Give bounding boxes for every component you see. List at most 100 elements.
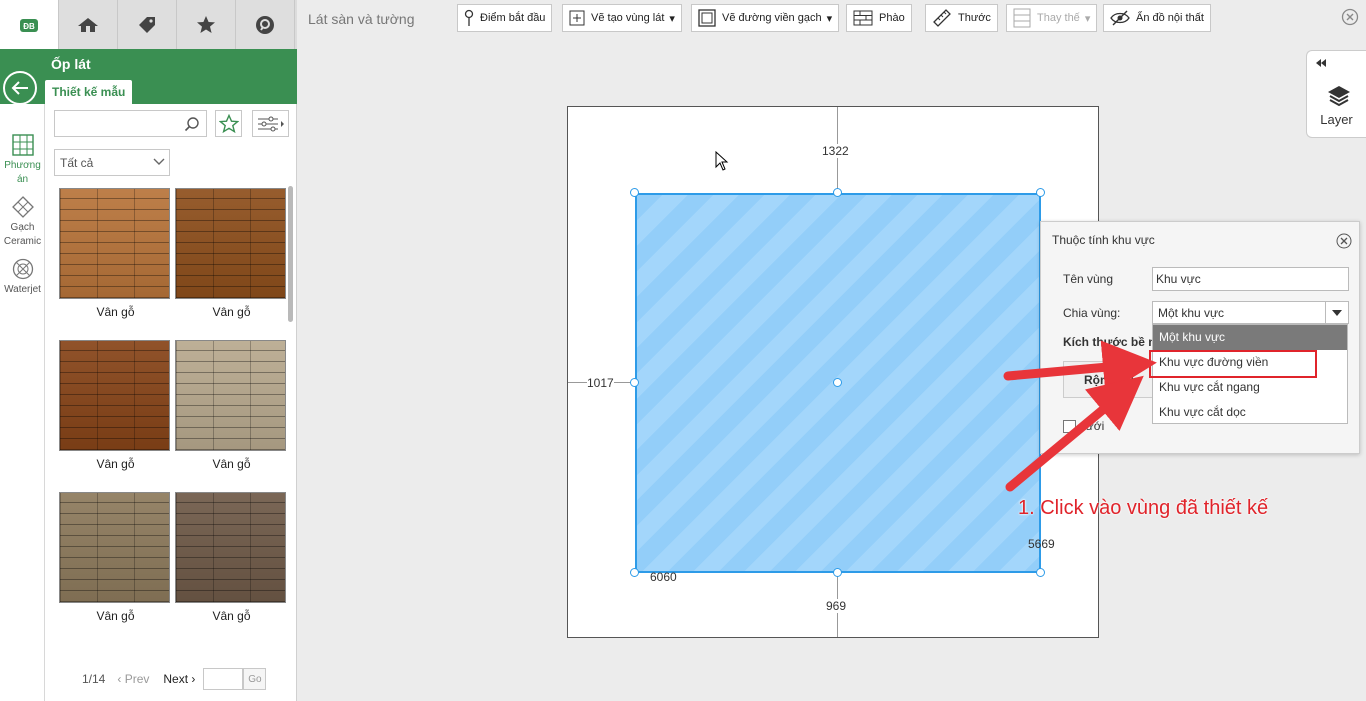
tab-tag[interactable] [118, 0, 177, 49]
hide-furniture-button[interactable]: Ẩn đồ nội thất [1103, 4, 1211, 32]
dialog-title: Thuộc tính khu vực [1052, 233, 1155, 247]
size-label: Kích thước bề m [1063, 335, 1159, 349]
close-icon[interactable] [1336, 233, 1352, 249]
area-name-label: Tên vùng [1063, 272, 1114, 286]
draw-border-label: Vẽ đường viền gạch [722, 12, 822, 24]
dimension-bottom: 969 [826, 599, 847, 613]
logo-icon: ĐB [20, 18, 38, 32]
tile-swatch [175, 492, 286, 603]
start-point-label: Điểm bắt đầu [480, 12, 546, 24]
tile-caption: Vân gỗ [212, 609, 251, 623]
tab-template-design[interactable]: Thiết kế mẫu [45, 80, 133, 104]
dropdown-option[interactable]: Khu vực cắt ngang [1153, 375, 1347, 400]
draw-area-label: Vẽ tạo vùng lát [591, 12, 665, 24]
tag-icon [139, 16, 155, 33]
next-page-button[interactable]: Next › [163, 672, 195, 686]
grid-plan-icon [11, 134, 34, 156]
split-select[interactable]: Một khu vực [1152, 301, 1349, 324]
replace-icon [1013, 8, 1031, 28]
collapse-icon[interactable] [1315, 59, 1327, 67]
mouse-cursor-icon [715, 151, 729, 171]
side-nav-label: Gạch Ceramic [3, 222, 42, 247]
svg-text:ĐB: ĐB [23, 22, 35, 31]
area-name-input[interactable]: Khu vực [1152, 267, 1349, 291]
go-button[interactable]: Go [243, 668, 267, 690]
tile-item[interactable]: Vân gỗ [175, 492, 288, 623]
main-nav-tabs: ĐB [0, 0, 297, 49]
grid-label: lưới [1083, 419, 1105, 433]
dimension-bottom-inner: 6060 [650, 570, 677, 584]
layers-icon [1328, 86, 1350, 107]
tile-item[interactable]: Vân gỗ [59, 188, 172, 319]
resize-handle[interactable] [630, 378, 639, 387]
house-icon [78, 17, 98, 32]
tile-item[interactable]: Vân gỗ [59, 340, 172, 471]
side-nav-item-plan[interactable]: Phương án [0, 134, 45, 187]
side-nav-item-ceramic[interactable]: Gạch Ceramic [0, 196, 45, 249]
category-select[interactable]: Tất cả [54, 149, 170, 176]
panel-scrollbar[interactable] [288, 186, 293, 322]
tile-item[interactable]: Vân gỗ [59, 492, 172, 623]
tile-swatch [175, 188, 286, 299]
ruler-button[interactable]: Thước [925, 4, 998, 32]
center-handle[interactable] [833, 378, 842, 387]
favorites-button[interactable] [215, 110, 242, 137]
pin-icon [464, 9, 474, 26]
side-nav-label: Waterjet [4, 284, 41, 295]
molding-button[interactable]: Phào [846, 4, 912, 32]
next-label: Next [163, 672, 189, 686]
search-input[interactable] [54, 110, 207, 137]
search-icon [184, 117, 199, 132]
grid-checkbox[interactable] [1063, 420, 1076, 433]
chevron-down-icon [153, 158, 165, 165]
tile-swatch [175, 340, 286, 451]
prev-page-button[interactable]: ‹ Prev [117, 672, 149, 686]
dropdown-option[interactable]: Khu vực cắt dọc [1153, 400, 1347, 425]
caret-down-icon [1332, 309, 1342, 316]
pagination: 1/14 ‹ Prev Next › Go [82, 668, 267, 690]
draw-border-button[interactable]: Vẽ đường viền gạch ▾ [691, 4, 840, 32]
tab-star[interactable] [177, 0, 236, 49]
toolbar-title: Lát sàn và tường [308, 11, 415, 27]
hide-furniture-label: Ẩn đồ nội thất [1136, 12, 1204, 24]
arrow-left-icon [11, 81, 28, 95]
tile-item[interactable]: Vân gỗ [175, 188, 288, 319]
page-indicator: 1/14 [82, 672, 106, 686]
filter-settings-button[interactable] [252, 110, 289, 137]
tile-swatch [59, 340, 170, 451]
resize-handle[interactable] [630, 568, 639, 577]
tab-logo[interactable]: ĐB [0, 0, 59, 49]
resize-handle[interactable] [1036, 568, 1045, 577]
annotation-text: 1. Click vào vùng đã thiết kế [1018, 497, 1269, 519]
tile-swatch [59, 188, 170, 299]
prev-label: Prev [124, 672, 150, 686]
resize-handle[interactable] [833, 568, 842, 577]
toolbar: Lát sàn và tường Điểm bắt đầu Vẽ tạo vùn… [297, 0, 1366, 38]
draw-area-button[interactable]: Vẽ tạo vùng lát ▾ [562, 4, 682, 32]
tile-swatch [59, 492, 170, 603]
tab-house[interactable] [59, 0, 118, 49]
resize-handle[interactable] [630, 188, 639, 197]
tab-search[interactable] [236, 0, 295, 49]
panel-title: Ốp lát [51, 56, 91, 72]
layer-panel[interactable]: Layer [1306, 50, 1366, 138]
tile-caption: Vân gỗ [212, 305, 251, 319]
split-label: Chia vùng: [1063, 306, 1121, 320]
dropdown-option[interactable]: Một khu vực [1153, 325, 1347, 350]
molding-icon [853, 10, 873, 26]
resize-handle[interactable] [1036, 188, 1045, 197]
waterjet-icon [12, 258, 33, 280]
resize-handle[interactable] [833, 188, 842, 197]
page-number-input[interactable] [203, 668, 244, 690]
ruler-icon [933, 9, 951, 27]
dimension-right: 5669 [1028, 537, 1055, 551]
highlight-box [1149, 350, 1317, 378]
draw-area-icon [569, 10, 585, 26]
start-point-button[interactable]: Điểm bắt đầu [457, 4, 553, 32]
back-button[interactable] [3, 71, 37, 105]
replace-button[interactable]: Thay thế ▾ [1006, 4, 1098, 32]
tile-item[interactable]: Vân gỗ [175, 340, 288, 471]
width-label: Rộng(W): [1084, 373, 1138, 387]
side-nav-item-waterjet[interactable]: Waterjet [0, 258, 45, 297]
close-icon[interactable] [1341, 8, 1359, 26]
